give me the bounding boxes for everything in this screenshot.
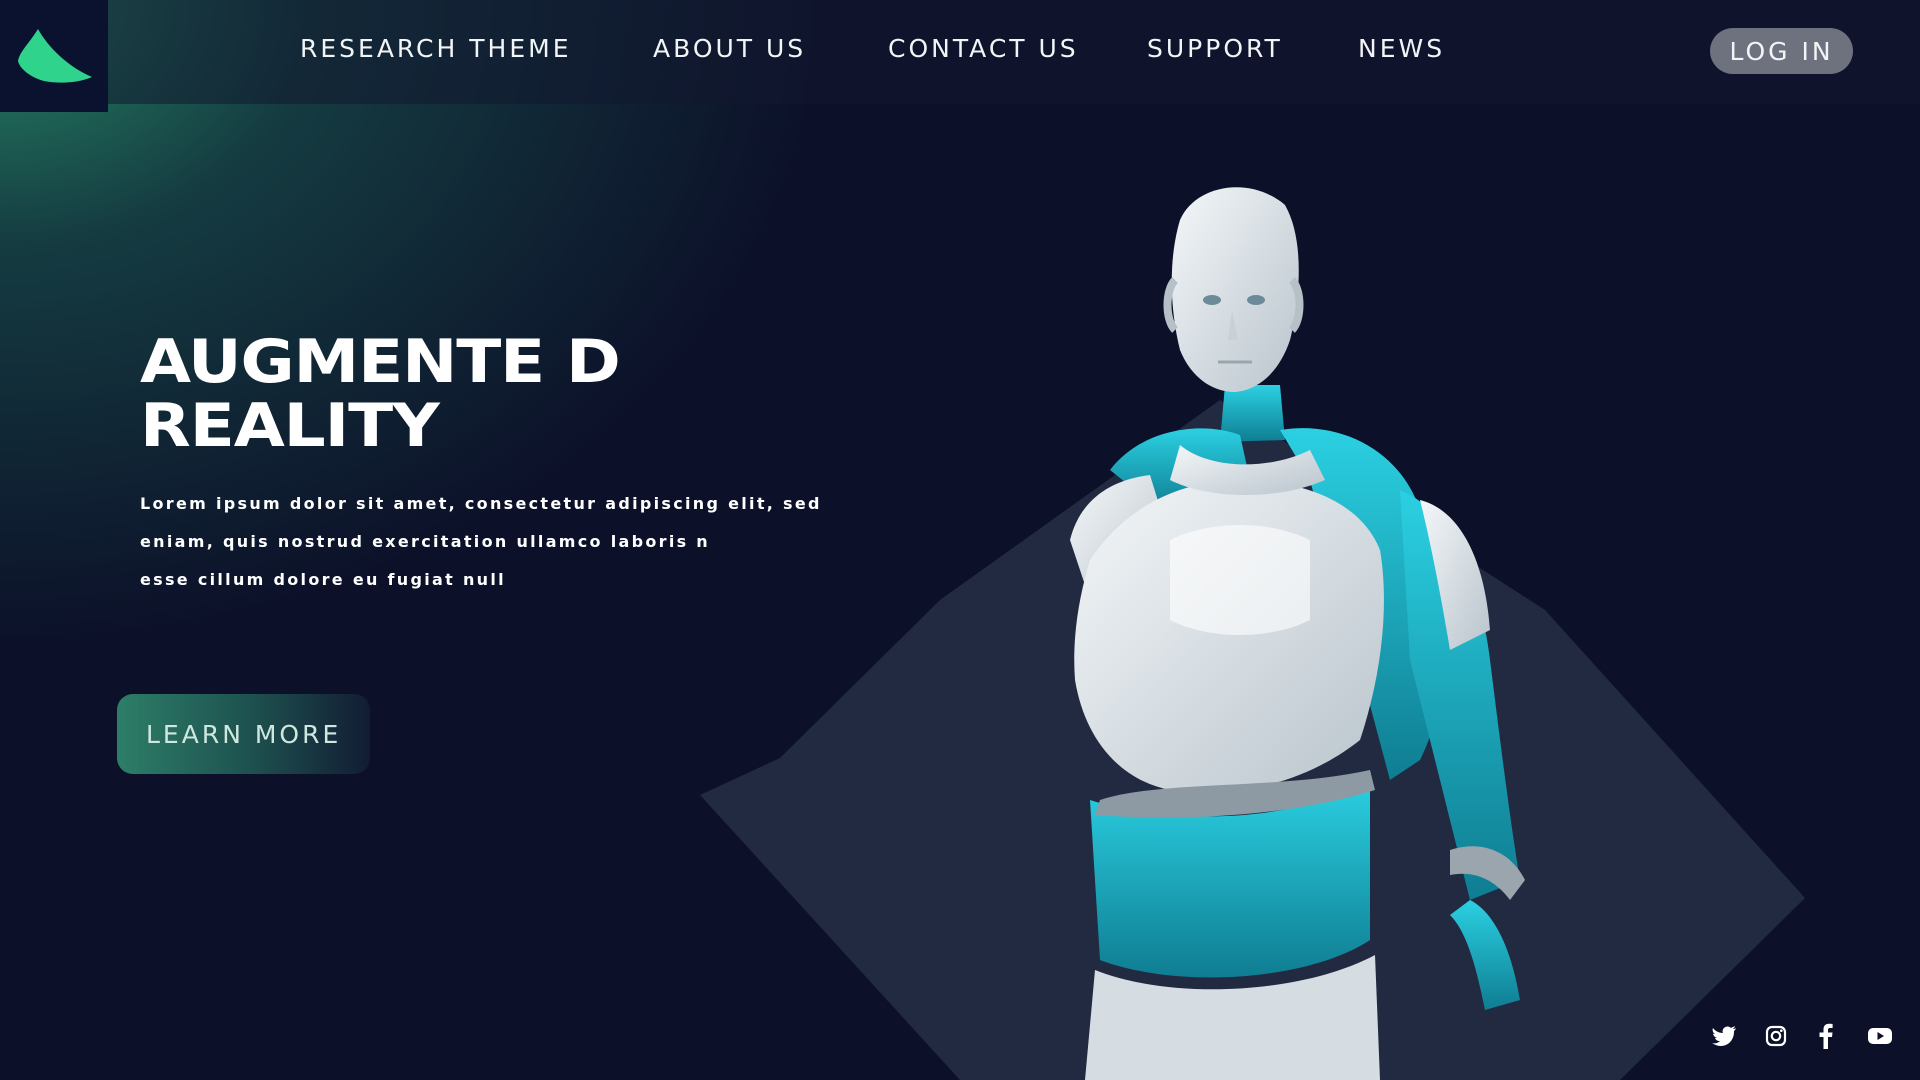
hero-title-line-2: REALITY [140,391,440,461]
twitter-icon[interactable] [1710,1022,1738,1050]
learn-more-button[interactable]: LEARN MORE [117,694,370,774]
instagram-icon[interactable] [1762,1022,1790,1050]
nav-support[interactable]: SUPPORT [1147,34,1283,68]
hero-description: Lorem ipsum dolor sit amet, consectetur … [140,490,900,604]
nav-about-us[interactable]: ABOUT US [653,34,806,68]
hero-title-line-1: AUGMENTE D [140,327,621,397]
youtube-icon[interactable] [1866,1022,1894,1050]
hero-description-line-2: eniam, quis nostrud exercitation ullamco… [140,532,710,551]
leaf-logo-icon [18,29,92,83]
logo[interactable] [0,0,108,112]
nav-research-theme[interactable]: RESEARCH THEME [300,34,572,68]
robot-illustration [1070,187,1525,1080]
hero-title: AUGMENTE D REALITY [140,330,910,458]
login-button[interactable]: LOG IN [1710,28,1853,74]
hero-description-line-3: esse cillum dolore eu fugiat null [140,570,506,589]
nav-news[interactable]: NEWS [1358,34,1445,68]
facebook-icon[interactable] [1812,1022,1840,1050]
hero-description-line-1: Lorem ipsum dolor sit amet, consectetur … [140,494,822,513]
nav-contact-us[interactable]: CONTACT US [888,34,1079,68]
